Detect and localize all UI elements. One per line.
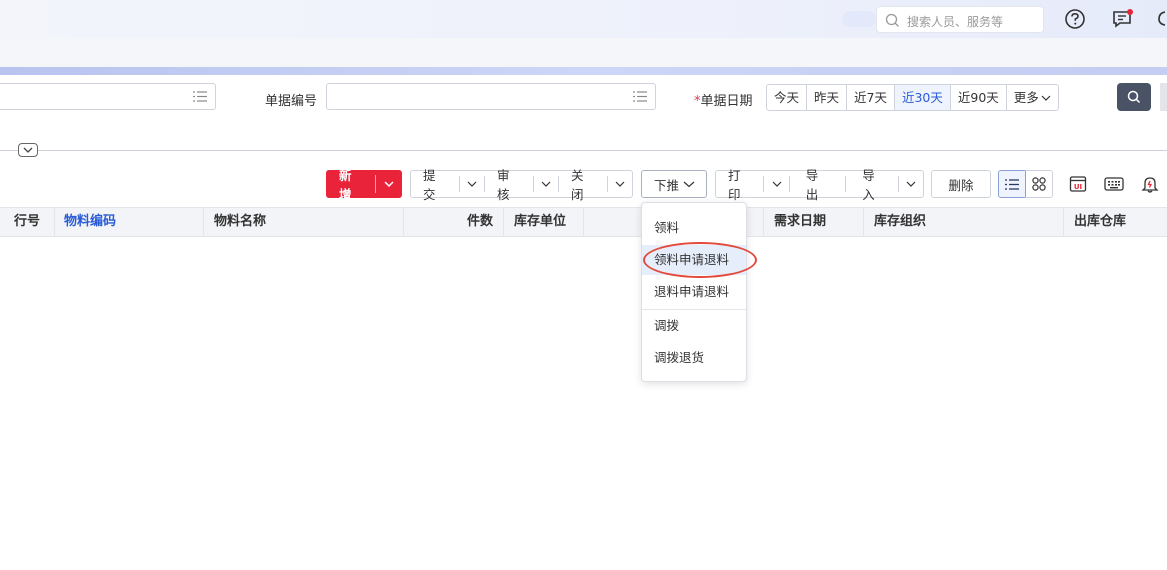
top-header-bar: 搜索人员、服务等: [0, 0, 1167, 38]
import-button[interactable]: 导入: [846, 165, 897, 203]
filter-field-left[interactable]: [0, 83, 216, 110]
expand-filters-button[interactable]: [18, 143, 38, 157]
message-icon[interactable]: [1111, 7, 1135, 31]
doc-date-label: *单据日期: [694, 90, 753, 109]
doc-number-input[interactable]: [326, 83, 656, 110]
print-button[interactable]: 打印: [716, 165, 763, 203]
close-button[interactable]: 关闭: [559, 165, 607, 203]
search-icon: [1127, 90, 1141, 104]
submit-button[interactable]: 提交: [411, 165, 459, 203]
date-range-today[interactable]: 今天: [767, 85, 808, 110]
delete-label: 删除: [948, 177, 974, 193]
sub-header-bar: [0, 38, 1167, 67]
header-band: [0, 67, 1167, 75]
column-stock-unit[interactable]: 库存单位: [504, 208, 584, 236]
grid-view-icon: [1031, 177, 1046, 191]
chevron-down-icon: [383, 181, 394, 188]
push-down-menu: 领料 领料申请退料 退料申请退料 调拨 调拨退货: [641, 202, 747, 382]
reminder-button[interactable]: [1136, 170, 1164, 198]
annotation-highlight-ring: [643, 242, 757, 278]
submit-dropdown-toggle[interactable]: [460, 171, 485, 197]
menu-divider: [642, 309, 746, 310]
menu-item-transfer[interactable]: 调拨: [642, 311, 746, 341]
keyboard-button[interactable]: [1100, 170, 1128, 198]
export-button[interactable]: 导出: [790, 165, 845, 203]
list-picker-icon[interactable]: [193, 90, 207, 103]
reset-button-partial[interactable]: [1160, 83, 1167, 111]
date-range-yesterday[interactable]: 昨天: [807, 85, 848, 110]
date-range-30d[interactable]: 近30天: [894, 85, 951, 110]
chevron-down-icon: [772, 181, 782, 187]
help-icon[interactable]: [1064, 8, 1086, 30]
menu-item-transfer-return[interactable]: 调拨退货: [642, 343, 746, 373]
bell-icon: [1141, 177, 1159, 193]
column-demand-date[interactable]: 需求日期: [764, 208, 864, 236]
list-view-toggle[interactable]: [998, 170, 1026, 198]
table-header: 行号 物料编码 物料名称 件数 库存单位 需求日期 库存组织 出库仓库: [0, 207, 1167, 237]
card-view-toggle[interactable]: [1025, 170, 1053, 198]
date-range-90d[interactable]: 近90天: [951, 85, 1007, 110]
date-range-more[interactable]: 更多: [1007, 85, 1058, 110]
column-outbound-warehouse[interactable]: 出库仓库: [1064, 208, 1167, 236]
chevron-down-icon: [615, 181, 625, 187]
print-dropdown-toggle[interactable]: [764, 171, 788, 197]
ui-designer-icon: UI: [1069, 176, 1087, 192]
import-dropdown-toggle[interactable]: [899, 171, 923, 197]
list-view-icon: [1005, 178, 1019, 190]
ui-designer-button[interactable]: UI: [1064, 170, 1092, 198]
output-button-group: 打印 导出 导入: [715, 168, 924, 202]
doc-date-text: 单据日期: [700, 94, 753, 109]
chevron-down-icon: [906, 181, 916, 187]
menu-item-pick-material[interactable]: 领料: [642, 213, 746, 243]
push-down-label: 下推: [654, 177, 680, 193]
partial-toolbar-icon[interactable]: [1156, 9, 1167, 29]
date-range-7d[interactable]: 近7天: [847, 85, 895, 110]
column-inventory-org[interactable]: 库存组织: [864, 208, 1064, 236]
delete-button[interactable]: 删除: [931, 170, 991, 198]
keyboard-icon: [1104, 177, 1124, 191]
svg-text:UI: UI: [1074, 183, 1082, 191]
new-button[interactable]: 新增: [326, 168, 402, 202]
menu-item-return-request-return[interactable]: 退料申请退料: [642, 277, 746, 307]
doc-number-label: 单据编号: [265, 94, 318, 109]
audit-dropdown-toggle[interactable]: [533, 171, 558, 197]
close-dropdown-toggle[interactable]: [607, 171, 632, 197]
global-search-input[interactable]: 搜索人员、服务等: [876, 6, 1044, 33]
filter-divider: [0, 150, 1167, 151]
date-range-more-label: 更多: [1013, 90, 1039, 105]
chevron-down-icon: [1041, 95, 1051, 101]
new-button-label: 新增: [339, 168, 352, 202]
column-material-code[interactable]: 物料编码: [55, 208, 204, 236]
workflow-button-group: 提交 审核 关闭: [410, 168, 633, 202]
push-down-button[interactable]: 下推: [641, 170, 707, 198]
search-placeholder: 搜索人员、服务等: [907, 15, 1004, 29]
new-dropdown-toggle[interactable]: [376, 171, 401, 197]
date-range-selector: 今天 昨天 近7天 近30天 近90天 更多: [766, 84, 1059, 111]
chevron-down-icon: [23, 147, 33, 153]
column-material-name[interactable]: 物料名称: [204, 208, 404, 236]
chevron-down-icon: [683, 181, 695, 188]
column-row-number[interactable]: 行号: [0, 208, 55, 236]
cloud-decoration-icon: [842, 11, 876, 27]
chevron-down-icon: [541, 181, 551, 187]
column-quantity[interactable]: 件数: [404, 208, 504, 236]
audit-button[interactable]: 审核: [485, 165, 533, 203]
search-button[interactable]: [1117, 83, 1151, 111]
search-icon: [885, 13, 899, 27]
list-picker-icon[interactable]: [633, 90, 647, 103]
chevron-down-icon: [467, 181, 477, 187]
